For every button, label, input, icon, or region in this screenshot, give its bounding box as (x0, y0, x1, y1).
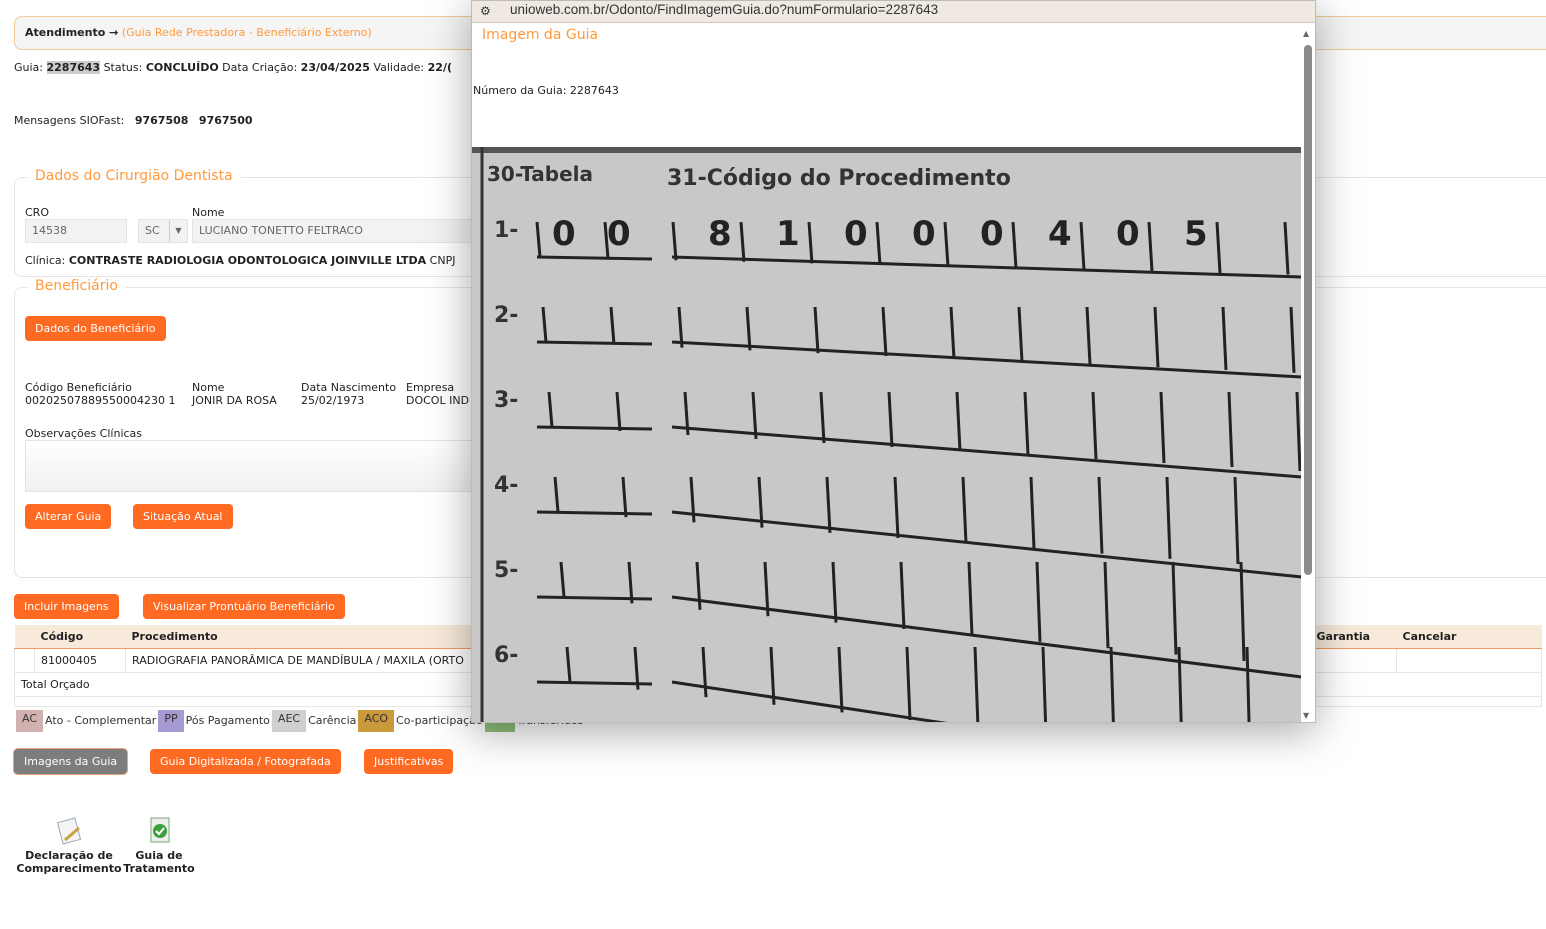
scanned-guide-button[interactable]: Guia Digitalizada / Fotografada (150, 749, 341, 774)
created-label: Data Criação: (222, 61, 298, 74)
image-popup-window: ⚙ unioweb.com.br/Odonto/FindImagemGuia.do… (471, 0, 1316, 723)
guide-images-button[interactable]: Imagens da Guia (14, 749, 128, 774)
scan-digit: 5 (1184, 214, 1208, 254)
birth-label: Data Nascimento (301, 381, 397, 394)
cro-label: CRO (25, 206, 49, 219)
scanned-guide-image: 30-Tabela 31-Código do Procedimento 1- 2-… (472, 147, 1302, 722)
breadcrumb-main: Atendimento → (25, 26, 119, 39)
uf-value: SC (145, 224, 160, 237)
current-situation-button[interactable]: Situação Atual (133, 504, 233, 529)
status-label: Status: (103, 61, 143, 74)
legend-label: Ato - Complementar (45, 714, 157, 727)
obs-label: Observações Clínicas (25, 427, 143, 440)
scan-digit: 0 (1116, 214, 1140, 254)
scan-row-label: 2- (494, 303, 518, 328)
legend-code: ACO (358, 710, 395, 732)
popup-title: Imagem da Guia (482, 27, 599, 43)
cro-input[interactable]: 14538 (25, 219, 127, 243)
cnpj-label: CNPJ (429, 254, 456, 267)
beneficiary-code: 00202507889550004230 1 (25, 394, 176, 407)
validity-label: Validade: (373, 61, 425, 74)
validity-value: 22/( (427, 61, 452, 74)
scan-digit: 0 (844, 214, 868, 254)
company-label: Empresa (406, 381, 455, 394)
view-record-button[interactable]: Visualizar Prontuário Beneficiário (143, 594, 345, 619)
siofast-value: 9767500 (198, 114, 253, 127)
scan-digit: 0 (607, 214, 631, 254)
scan-digit: 0 (980, 214, 1004, 254)
scroll-up-icon[interactable]: ▲ (1303, 29, 1309, 38)
alter-guia-button[interactable]: Alterar Guia (25, 504, 112, 529)
obs-textarea[interactable] (25, 440, 495, 492)
uf-select[interactable]: SC ▼ (138, 219, 188, 243)
guia-info: Guia: 2287643 Status: CONCLUÍDO Data Cri… (14, 61, 452, 74)
guia-number: 2287643 (46, 61, 101, 74)
legend-code: AEC (271, 710, 307, 732)
scan-row-label: 3- (494, 388, 518, 413)
attendance-declaration-link[interactable]: Declaração de Comparecimento (16, 816, 122, 875)
scan-row-label: 6- (494, 643, 518, 668)
scrollbar[interactable]: ▲ ▼ (1301, 25, 1314, 722)
beneficiary-name: JONIR DA ROSA (192, 394, 277, 407)
scan-row-label: 1- (494, 218, 518, 243)
dentist-name-input[interactable]: LUCIANO TONETTO FELTRACO (192, 219, 492, 243)
scan-digit: 0 (552, 214, 576, 254)
legend-code: AC (16, 710, 44, 732)
scan-row-label: 4- (494, 473, 518, 498)
breadcrumb-sub: (Guia Rede Prestadora - Beneficiário Ext… (121, 26, 372, 39)
col-header: Código (34, 625, 126, 649)
legend-label: Pós Pagamento (185, 714, 270, 727)
document-pencil-icon (56, 817, 82, 845)
shortcut-label: Declaração de (25, 849, 113, 862)
include-images-button[interactable]: Incluir Imagens (14, 594, 119, 619)
name-label: Nome (192, 206, 225, 219)
siofast-label: Mensagens SIOFast: (14, 114, 125, 127)
url-bar[interactable]: ⚙ unioweb.com.br/Odonto/FindImagemGuia.do… (472, 1, 1315, 23)
dentist-section-title: Dados do Cirurgião Dentista (27, 168, 241, 184)
col-header: Cancelar (1396, 625, 1542, 649)
legend-label: Carência (308, 714, 357, 727)
scan-digit: 8 (708, 214, 732, 254)
scan-digit: 0 (912, 214, 936, 254)
beneficiary-data-button[interactable]: Dados do Beneficiário (25, 316, 166, 341)
scan-col31: 31-Código do Procedimento (667, 166, 1011, 191)
birth-value: 25/02/1973 (301, 394, 365, 407)
number-label: Número da Guia: (473, 84, 567, 97)
shortcut-label: Tratamento (123, 862, 195, 875)
guia-label: Guia: (14, 61, 43, 74)
siofast: Mensagens SIOFast: 9767508 9767500 (14, 114, 253, 127)
procedure-code: 81000405 (34, 647, 126, 673)
treatment-guide-link[interactable]: Guia de Tratamento (122, 816, 196, 875)
scan-col30: 30-Tabela (487, 162, 593, 186)
scan-row-label: 5- (494, 558, 518, 583)
scan-digit: 1 (776, 214, 800, 254)
scroll-down-icon[interactable]: ▼ (1303, 711, 1309, 720)
clinic-value: CONTRASTE RADIOLOGIA ODONTOLOGICA JOINVI… (68, 254, 427, 267)
url-text: unioweb.com.br/Odonto/FindImagemGuia.do?… (510, 2, 939, 17)
scrollbar-thumb[interactable] (1304, 45, 1312, 575)
company-value: DOCOL IND (406, 394, 470, 407)
created-value: 23/04/2025 (300, 61, 370, 74)
shortcut-label: Comparecimento (16, 862, 122, 875)
status-value: CONCLUÍDO (145, 61, 219, 74)
siofast-value: 9767508 (134, 114, 189, 127)
beneficiary-section-title: Beneficiário (27, 278, 126, 294)
document-check-icon (150, 817, 170, 843)
justifications-button[interactable]: Justificativas (364, 749, 454, 774)
shortcut-label: Guia de (135, 849, 183, 862)
site-settings-icon[interactable]: ⚙ (480, 2, 491, 20)
col-header: Garantia (1310, 625, 1397, 649)
code-label: Código Beneficiário (25, 381, 132, 394)
scan-digit: 4 (1048, 214, 1072, 254)
chevron-down-icon: ▼ (169, 220, 187, 242)
number-value: 2287643 (569, 84, 619, 97)
legend-code: PP (158, 710, 184, 732)
name-label: Nome (192, 381, 225, 394)
clinic-label: Clínica: (25, 254, 66, 267)
